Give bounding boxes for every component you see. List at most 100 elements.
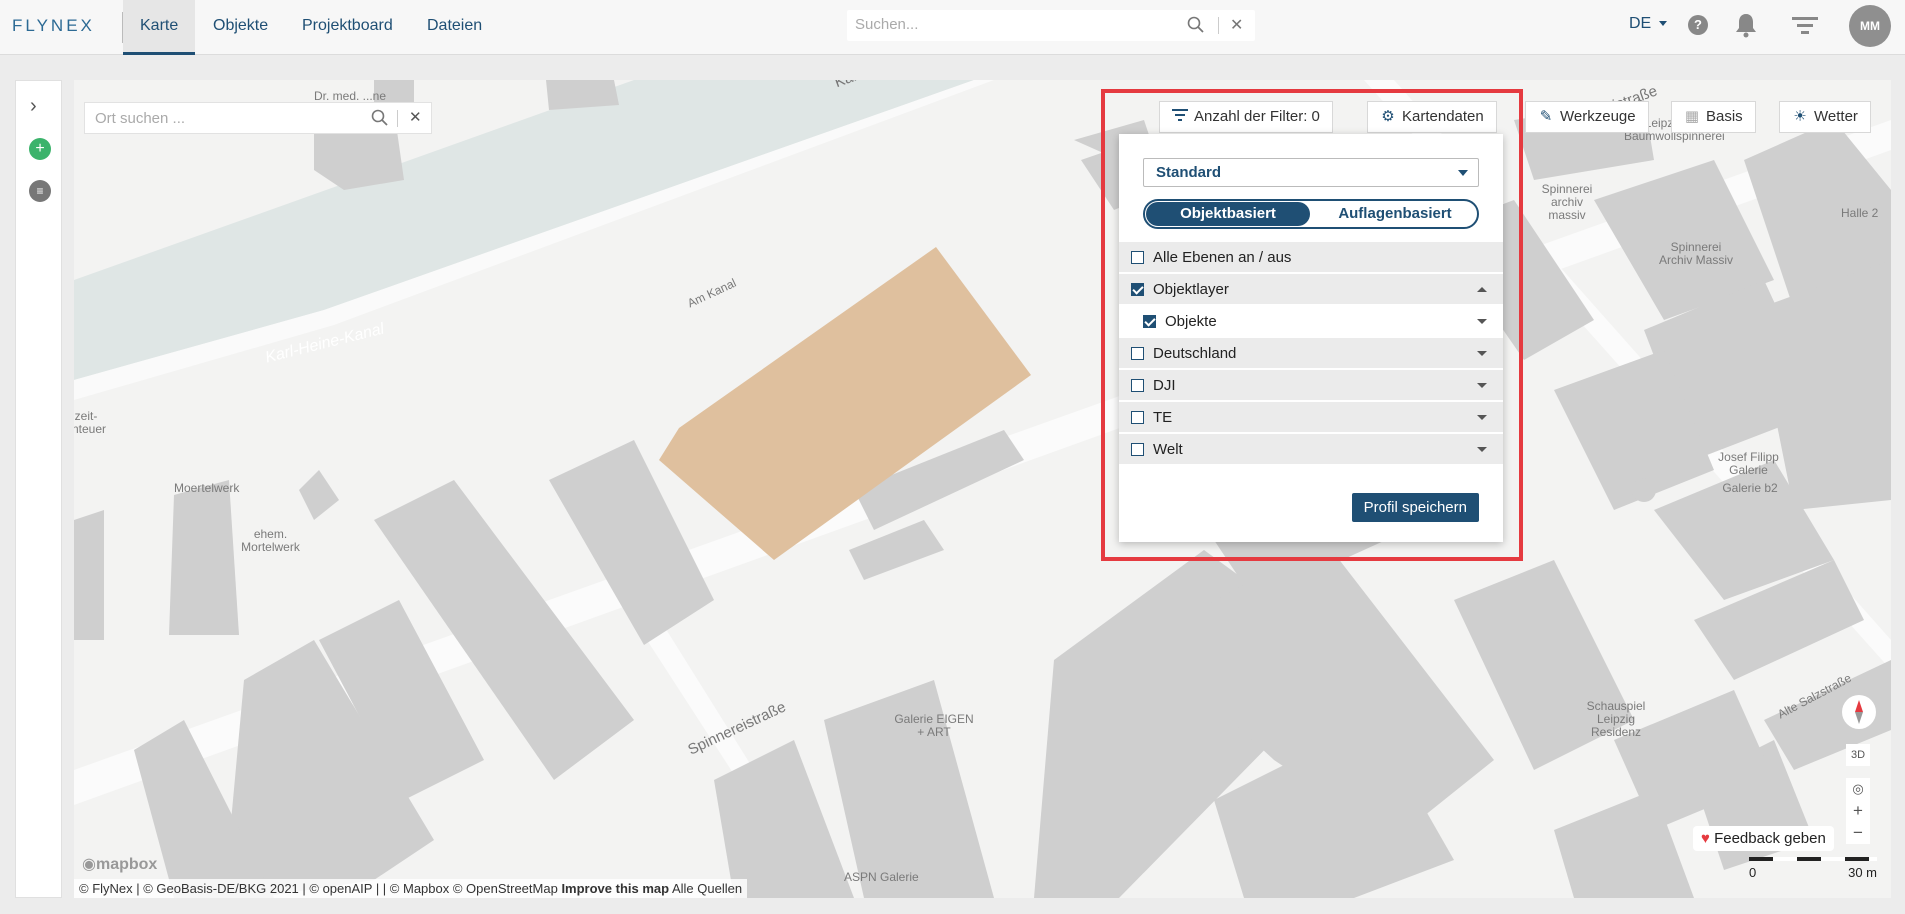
mode-overlay-button[interactable]: Auflagenbasiert — [1315, 202, 1475, 226]
attribution-text[interactable]: © FlyNex | © GeoBasis-DE/BKG 2021 | © op… — [79, 881, 558, 896]
scale-bar — [1749, 857, 1877, 861]
tab-karte[interactable]: Karte — [123, 0, 196, 55]
layer-panel: Standard Objektbasiert Auflagenbasiert A… — [1119, 134, 1503, 542]
place-search-divider — [397, 110, 398, 127]
weather-label: Wetter — [1814, 108, 1858, 125]
tab-objekte[interactable]: Objekte — [196, 0, 285, 55]
checkbox-dji[interactable] — [1131, 379, 1144, 392]
map-scale: 0 30 m — [1749, 857, 1877, 887]
clear-place-search-icon[interactable]: ✕ — [409, 108, 422, 126]
list-icon[interactable]: ≡ — [29, 180, 51, 202]
layer-label: TE — [1153, 409, 1173, 426]
map-data-label: Kartendaten — [1402, 108, 1484, 125]
layer-label: Welt — [1153, 441, 1183, 458]
base-map-icon: ▦ — [1684, 108, 1700, 125]
search-icon[interactable] — [1187, 16, 1205, 39]
weather-icon: ☀ — [1793, 108, 1807, 125]
save-profile-button[interactable]: Profil speichern — [1351, 493, 1479, 522]
compass-icon — [1855, 700, 1863, 724]
mapbox-logo[interactable]: ◉mapbox — [82, 854, 157, 874]
layer-row-welt[interactable]: Welt — [1119, 434, 1503, 464]
tools-label: Werkzeuge — [1560, 108, 1636, 125]
layer-label: Objektlayer — [1153, 281, 1229, 298]
filter-count-button[interactable]: Anzahl der Filter: 0 — [1159, 101, 1333, 133]
profile-select[interactable]: Standard — [1143, 158, 1479, 187]
checkbox-all-layers[interactable] — [1131, 251, 1144, 264]
add-icon[interactable]: + — [29, 138, 51, 160]
clear-search-icon[interactable]: ✕ — [1230, 15, 1243, 35]
place-search-icon[interactable] — [371, 109, 389, 132]
tab-dateien[interactable]: Dateien — [410, 0, 499, 55]
map-label-galerie-eigen-art: Galerie EIGEN + ART — [894, 712, 974, 739]
global-search: ✕ — [847, 10, 1255, 41]
chevron-down-icon[interactable] — [1477, 319, 1487, 324]
base-map-button[interactable]: ▦ Basis — [1671, 101, 1756, 133]
zoom-out-icon[interactable]: − — [1846, 822, 1870, 844]
expand-chevron-icon[interactable]: › — [30, 95, 37, 118]
checkbox-welt[interactable] — [1131, 443, 1144, 456]
map-graphics — [74, 80, 1891, 898]
layer-row-deutschland[interactable]: Deutschland — [1119, 338, 1503, 368]
locate-icon[interactable]: ◎ — [1846, 778, 1870, 800]
tools-button[interactable]: ✎ Werkzeuge — [1525, 101, 1649, 133]
place-search-input[interactable] — [95, 110, 355, 127]
mode-object-button[interactable]: Objektbasiert — [1146, 202, 1310, 226]
layer-row-dji[interactable]: DJI — [1119, 370, 1503, 400]
layer-mode-toggle: Objektbasiert Auflagenbasiert — [1143, 199, 1479, 229]
layer-row-te[interactable]: TE — [1119, 402, 1503, 432]
chevron-down-icon[interactable] — [1477, 351, 1487, 356]
pencil-icon: ✎ — [1539, 108, 1553, 125]
chevron-down-icon — [1658, 21, 1667, 27]
map-label-josef-filipp: Josef Filipp Galerie — [1718, 450, 1779, 477]
feedback-label: Feedback geben — [1714, 830, 1826, 847]
chevron-down-icon — [1458, 170, 1468, 176]
feedback-button[interactable]: ♥ Feedback geben — [1693, 826, 1834, 851]
map-label-galerie-b2: Galerie b2 — [1722, 481, 1778, 495]
place-search: ✕ — [84, 102, 432, 134]
filter-count-label: Anzahl der Filter: 0 — [1194, 108, 1320, 125]
weather-button[interactable]: ☀ Wetter — [1779, 101, 1871, 133]
gear-icon: ⚙ — [1381, 108, 1395, 125]
map-data-button[interactable]: ⚙ Kartendaten — [1367, 101, 1497, 133]
chevron-down-icon[interactable] — [1477, 415, 1487, 420]
all-sources-link[interactable]: Alle Quellen — [672, 881, 742, 896]
language-selector[interactable]: DE — [1629, 15, 1667, 33]
profile-select-value: Standard — [1156, 164, 1222, 181]
global-search-input[interactable] — [855, 16, 1175, 33]
help-icon[interactable]: ? — [1688, 15, 1708, 35]
zoom-controls: ◎ + − — [1846, 778, 1870, 844]
map-canvas[interactable]: Dr. med. ...ne Kan... Spinnereistraße Le… — [74, 80, 1891, 898]
layer-label: Objekte — [1165, 313, 1217, 330]
improve-map-link[interactable]: Improve this map — [561, 881, 669, 896]
left-rail: › + ≡ — [15, 80, 62, 898]
layer-label: Deutschland — [1153, 345, 1237, 362]
chevron-down-icon[interactable] — [1477, 447, 1487, 452]
user-avatar[interactable]: MM — [1849, 5, 1891, 47]
layer-row-objektlayer[interactable]: Objektlayer — [1119, 274, 1503, 304]
mapbox-logo-text: mapbox — [95, 856, 158, 873]
tab-projektboard[interactable]: Projektboard — [285, 0, 410, 55]
search-divider — [1218, 17, 1219, 34]
map-label-freizeit: ...izeit- ...nteuer — [74, 409, 107, 436]
flynex-logo[interactable]: FLYNEX — [12, 16, 95, 36]
layer-label: DJI — [1153, 377, 1176, 394]
checkbox-te[interactable] — [1131, 411, 1144, 424]
map-attribution: © FlyNex | © GeoBasis-DE/BKG 2021 | © op… — [74, 879, 748, 898]
3d-toggle-button[interactable]: 3D — [1846, 744, 1870, 766]
chevron-down-icon[interactable] — [1477, 383, 1487, 388]
filter-menu-icon[interactable] — [1792, 16, 1818, 36]
map-label-spinnerei-archiv-massiv: Spinnerei Archiv Massiv — [1658, 240, 1733, 267]
layer-row-all[interactable]: Alle Ebenen an / aus — [1119, 242, 1503, 272]
map-label-schauspiel: Schauspiel Leipzig Residenz — [1586, 699, 1646, 739]
zoom-in-icon[interactable]: + — [1846, 800, 1870, 822]
chevron-up-icon[interactable] — [1477, 287, 1487, 292]
scale-start: 0 — [1749, 865, 1757, 880]
checkbox-deutschland[interactable] — [1131, 347, 1144, 360]
filter-icon — [1172, 102, 1188, 132]
checkbox-objektlayer[interactable] — [1131, 283, 1144, 296]
layer-label: Alle Ebenen an / aus — [1153, 249, 1292, 266]
checkbox-objekte[interactable] — [1143, 315, 1156, 328]
compass-button[interactable] — [1842, 695, 1876, 729]
notification-bell-icon[interactable] — [1735, 12, 1757, 38]
layer-row-objekte[interactable]: Objekte — [1119, 306, 1503, 336]
